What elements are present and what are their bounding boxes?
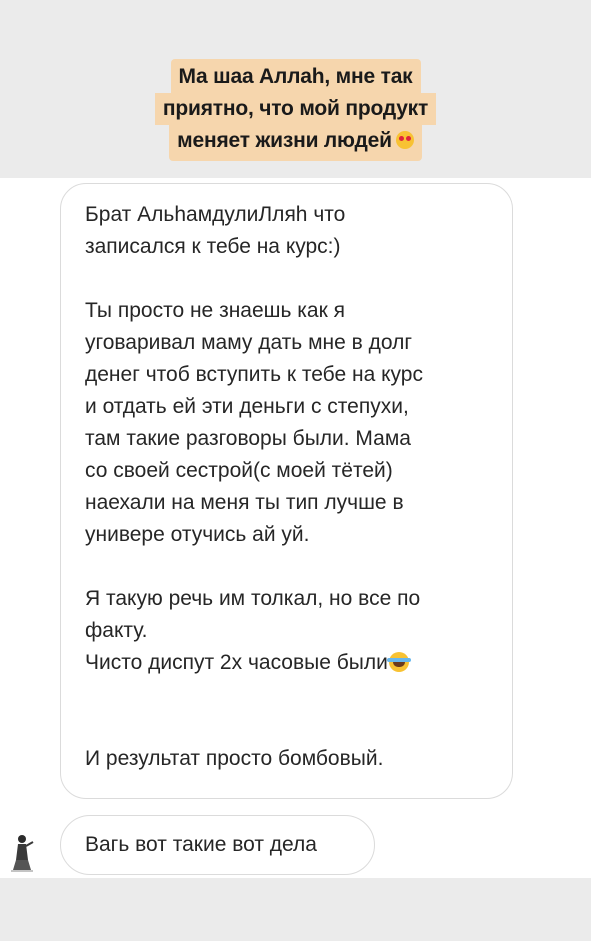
message-line: там такие разговоры были. Мама bbox=[85, 427, 411, 450]
message-line: Ты просто не знаешь как я bbox=[85, 299, 345, 322]
message-bubble-followup: Вагь вот такие вот дела bbox=[60, 815, 375, 875]
chat-screenshot: Брат АльhамдулиЛляh что записался к тебе… bbox=[0, 178, 591, 878]
message-line: и отдать ей эти деньги с степухи, bbox=[85, 395, 409, 418]
message-line-with-emoji: Чисто диспут 2х часовые были bbox=[85, 647, 492, 679]
message-line: универе отучись ай уй. bbox=[85, 523, 310, 546]
message-line: уговаривал маму дать мне в долг bbox=[85, 331, 412, 354]
message-bubble-main: Брат АльhамдулиЛляh что записался к тебе… bbox=[60, 183, 513, 799]
caption-line-2: приятно, что мой продукт bbox=[154, 93, 437, 125]
message-line: Я такую речь им толкал, но все по bbox=[85, 587, 421, 610]
message-line: денег чтоб вступить к тебе на курс bbox=[85, 363, 423, 386]
message-line: со своей сестрой(с моей тётей) bbox=[85, 459, 393, 482]
sender-avatar[interactable] bbox=[5, 830, 39, 874]
face-with-tears-of-joy-icon bbox=[386, 652, 411, 672]
story-background-bottom bbox=[0, 878, 591, 941]
message-line: записался к тебе на курс:) bbox=[85, 235, 341, 258]
message-line-text: Чисто диспут 2х часовые были bbox=[85, 651, 388, 674]
message-line: факту. bbox=[85, 619, 148, 642]
caption-line-3-text: меняет жизни людей bbox=[177, 129, 392, 152]
story-caption: Ма шаа Аллаh, мне так приятно, что мой п… bbox=[0, 59, 591, 161]
message-line: Брат АльhамдулиЛляh что bbox=[85, 203, 346, 226]
message-line: И результат просто бомбовый. bbox=[85, 747, 384, 770]
smiling-face-with-heart-eyes-icon bbox=[395, 131, 414, 149]
caption-line-3: меняет жизни людей bbox=[169, 125, 422, 161]
sender-avatar-image bbox=[5, 830, 39, 874]
message-line: наехали на меня ты тип лучше в bbox=[85, 491, 404, 514]
caption-line-1: Ма шаа Аллаh, мне так bbox=[170, 59, 421, 93]
